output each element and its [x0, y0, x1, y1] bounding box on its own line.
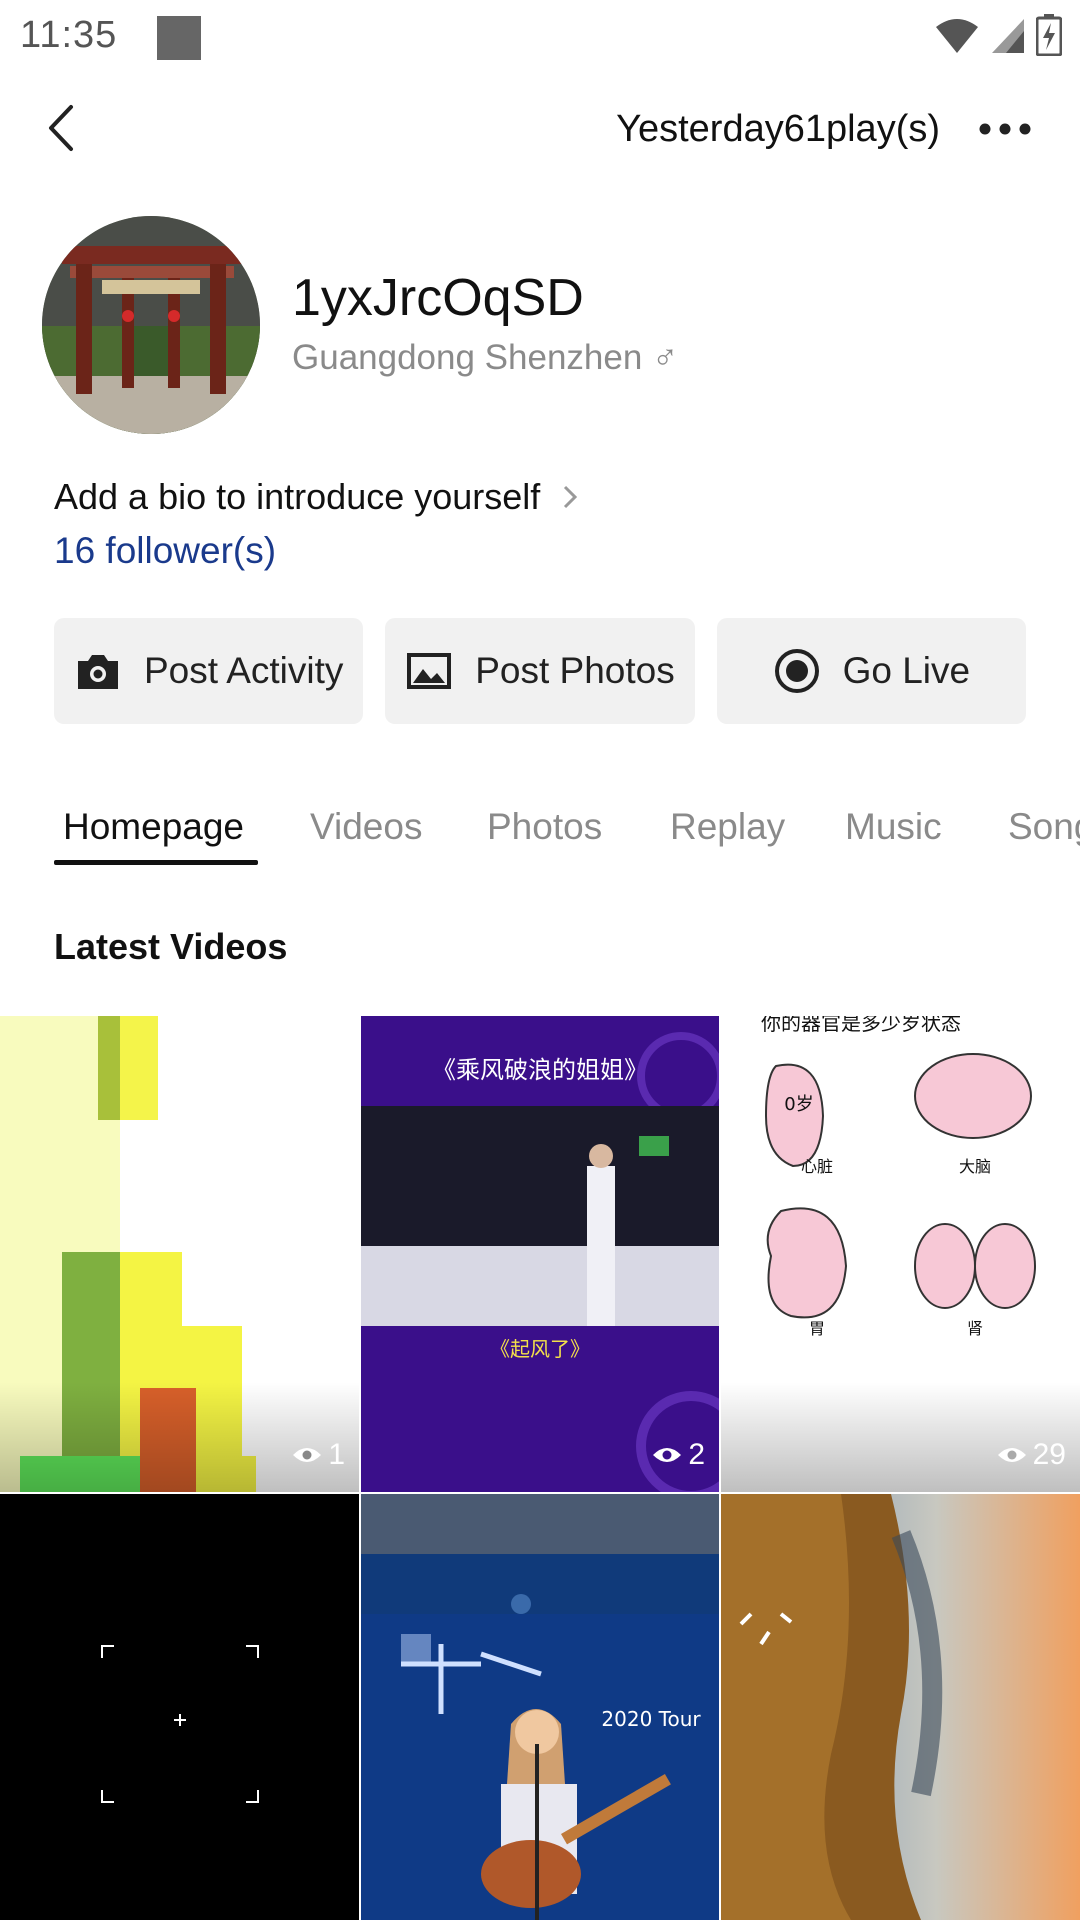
thumb-title: 《乘风破浪的姐姐》	[432, 1056, 648, 1084]
location-gender: Guangdong Shenzhen ♂	[292, 338, 679, 377]
chevron-right-icon	[564, 485, 578, 509]
action-buttons: Post Activity Post Photos Go Live	[54, 618, 1026, 724]
post-photos-button[interactable]: Post Photos	[385, 618, 695, 724]
organ-label-kidney: 肾	[967, 1319, 983, 1338]
visits-count[interactable]: Yesterday61play(s)	[616, 108, 940, 151]
section-title: Latest Videos	[54, 926, 288, 967]
tab-homepage[interactable]: Homepage	[63, 806, 244, 848]
tab-song[interactable]: Song	[1008, 806, 1080, 848]
signal-icon	[992, 19, 1024, 53]
video-tile[interactable]: 你的器官是多少岁状态 0岁 心脏 大脑 胃 肾 29	[721, 1016, 1080, 1492]
video-thumbnail: 《乘风破浪的姐姐》 《起风了》	[361, 1016, 719, 1492]
more-dots-icon	[979, 123, 1031, 135]
video-thumbnail	[721, 1494, 1080, 1920]
go-live-label: Go Live	[842, 650, 971, 691]
thumb-title: 你的器官是多少岁状态	[761, 1016, 961, 1035]
tab-replay[interactable]: Replay	[670, 806, 785, 848]
tab-music[interactable]: Music	[845, 806, 942, 848]
notification-icon	[157, 16, 201, 60]
chevron-left-icon	[49, 105, 73, 151]
status-icons	[934, 14, 1062, 56]
username: 1yxJrcOqSD	[292, 269, 584, 327]
video-thumbnail: 2020 Tour	[361, 1494, 719, 1920]
status-bar: 11:35	[0, 0, 1080, 76]
video-tile[interactable]: 1	[0, 1016, 359, 1492]
bio-row[interactable]: Add a bio to introduce yourself	[54, 476, 578, 518]
active-tab-indicator	[54, 860, 258, 865]
video-tile[interactable]	[721, 1494, 1080, 1920]
eye-icon	[293, 1448, 322, 1462]
views-count: 29	[1032, 1438, 1066, 1471]
thumb-title: 2020 Tour	[601, 1707, 701, 1731]
video-tile[interactable]: 2020 Tour	[361, 1494, 719, 1920]
video-thumbnail	[0, 1494, 359, 1920]
image-icon	[407, 653, 452, 689]
avatar[interactable]	[42, 216, 260, 434]
status-time: 11:35	[20, 14, 118, 56]
battery-icon	[1036, 14, 1062, 56]
eye-icon	[653, 1448, 682, 1462]
tile-shade	[0, 1382, 359, 1492]
more-button[interactable]	[970, 104, 1040, 154]
post-activity-label: Post Activity	[143, 650, 344, 691]
views-badge: 1	[292, 1438, 345, 1472]
video-tile[interactable]	[0, 1494, 359, 1920]
followers-link[interactable]: 16 follower(s)	[54, 530, 276, 572]
post-photos-label: Post Photos	[475, 650, 675, 691]
views-badge: 2	[652, 1438, 705, 1472]
back-button[interactable]	[30, 98, 90, 158]
wifi-icon	[936, 19, 978, 53]
eye-icon	[997, 1448, 1026, 1462]
organ-label-heart: 心脏	[801, 1157, 833, 1176]
radio-button-icon	[774, 649, 819, 693]
video-grid: 1 《乘风破浪的姐姐》 《起风了》 2 你的器官是多少岁状态 0岁 心脏 大脑 …	[0, 1016, 1080, 1920]
profile-tabs: Homepage Videos Photos Replay Music Song	[0, 800, 1080, 880]
views-count: 2	[688, 1438, 705, 1471]
organ-label-age: 0岁	[784, 1094, 813, 1115]
tile-shade	[721, 1382, 1080, 1492]
video-tile[interactable]: 《乘风破浪的姐姐》 《起风了》 2	[361, 1016, 719, 1492]
bio-prompt: Add a bio to introduce yourself	[54, 476, 541, 517]
tab-videos[interactable]: Videos	[310, 806, 422, 848]
organ-label-stomach: 胃	[809, 1319, 825, 1338]
camera-icon	[77, 655, 118, 689]
top-bar: Yesterday61play(s)	[0, 90, 1080, 170]
views-count: 1	[328, 1438, 345, 1471]
tab-photos[interactable]: Photos	[487, 806, 602, 848]
thumb-caption: 《起风了》	[490, 1337, 590, 1361]
views-badge: 29	[997, 1438, 1066, 1472]
avatar-image	[42, 216, 260, 434]
organ-label-brain: 大脑	[959, 1157, 991, 1176]
go-live-button[interactable]: Go Live	[716, 618, 1026, 724]
post-activity-button[interactable]: Post Activity	[54, 618, 364, 724]
